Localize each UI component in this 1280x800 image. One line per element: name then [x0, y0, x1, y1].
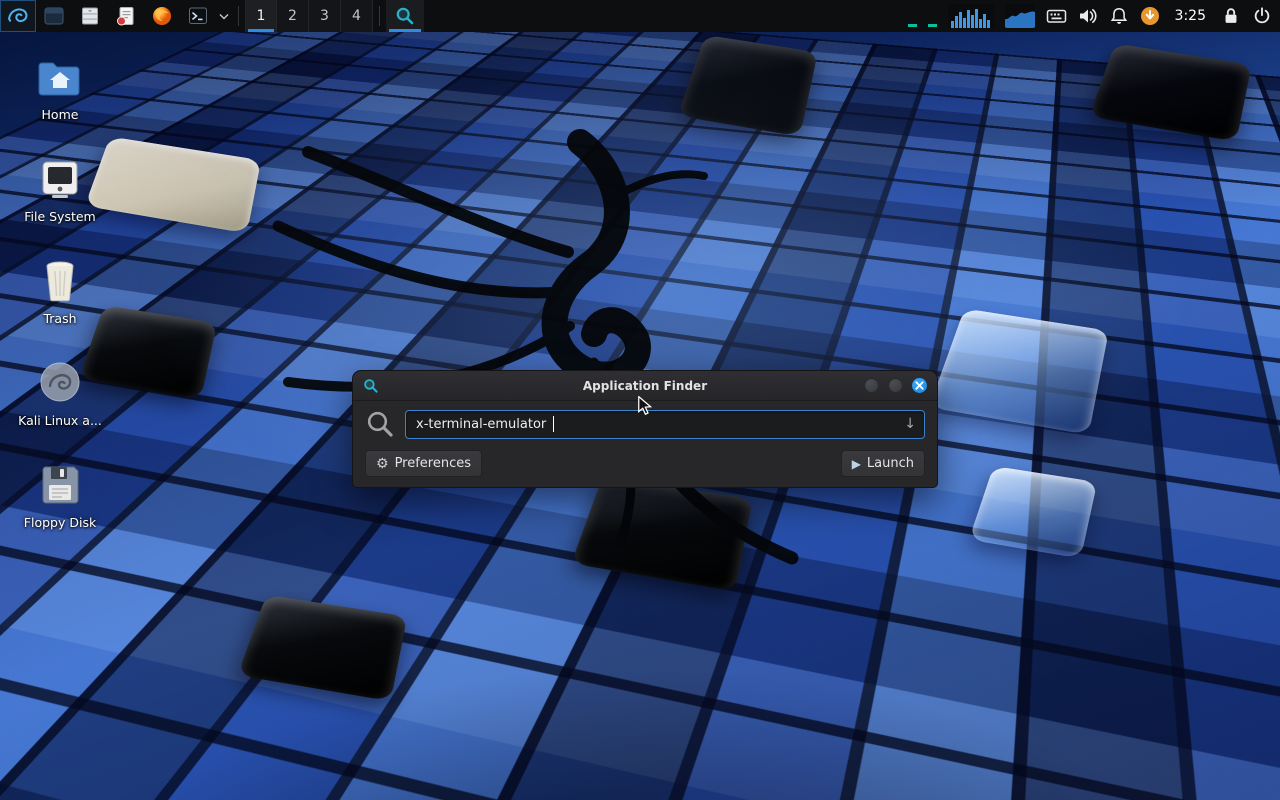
desktop-icon-label: Kali Linux a... [18, 413, 102, 428]
desktop-icon-kali-docs[interactable]: Kali Linux a... [10, 356, 110, 428]
logout-power-icon[interactable] [1252, 6, 1272, 26]
firefox-icon [151, 5, 173, 27]
wallpaper-cube [238, 595, 408, 702]
updates-available-icon[interactable] [1140, 6, 1160, 26]
window-controls [864, 378, 927, 393]
search-input-value: x-terminal-emulator [416, 417, 546, 432]
applications-menu-button[interactable] [0, 0, 36, 32]
search-icon [365, 409, 395, 439]
maximize-button[interactable] [888, 378, 903, 393]
launcher-window-manager[interactable] [36, 0, 72, 32]
top-panel: 1 2 3 4 [0, 0, 1280, 32]
entry-dropdown-arrow-icon[interactable]: ↓ [904, 416, 916, 432]
audio-spectrum-graph[interactable] [948, 4, 994, 28]
tray-indicator [908, 24, 917, 27]
desktop-icon-label: Home [42, 107, 79, 122]
launcher-dropdown-button[interactable] [216, 0, 232, 32]
text-caret [553, 416, 554, 432]
launch-button-label: Launch [867, 456, 914, 471]
workspace-3[interactable]: 3 [309, 0, 341, 32]
launcher-terminal[interactable] [180, 0, 216, 32]
window-title: Application Finder [353, 379, 937, 393]
titlebar[interactable]: Application Finder [353, 371, 937, 401]
tray-indicator [928, 24, 937, 27]
dialog-body: x-terminal-emulator ↓ ⚙ Preferences ▶ La… [353, 401, 937, 487]
keyboard-indicator-icon[interactable] [1046, 6, 1067, 26]
volume-icon[interactable] [1078, 6, 1098, 26]
wallpaper-cube [969, 466, 1098, 559]
file-system-drive-icon [39, 160, 81, 200]
window-icon-application-finder [363, 378, 379, 394]
workspace-1[interactable]: 1 [245, 0, 277, 32]
desktop-icon-label: File System [24, 209, 96, 224]
search-row: x-terminal-emulator ↓ [365, 409, 925, 439]
panel-separator [238, 6, 239, 26]
preferences-button-label: Preferences [395, 456, 471, 471]
close-icon [915, 381, 924, 390]
taskbar-application-finder[interactable] [386, 0, 424, 32]
launcher-file-manager[interactable] [72, 0, 108, 32]
close-button[interactable] [912, 378, 927, 393]
terminal-icon [187, 5, 209, 27]
launcher-text-editor[interactable] [108, 0, 144, 32]
desktop-icon-file-system[interactable]: File System [10, 152, 110, 224]
desktop-icon-column: Home File System Trash [10, 50, 110, 560]
wallpaper-cube [929, 308, 1109, 434]
wallpaper-cube [1089, 43, 1252, 141]
search-input[interactable]: x-terminal-emulator ↓ [405, 410, 925, 439]
home-folder-icon [37, 58, 83, 98]
workspace-4[interactable]: 4 [341, 0, 373, 32]
application-finder-icon [395, 6, 415, 26]
kali-menu-icon [6, 4, 30, 28]
desktop-icon-label: Floppy Disk [24, 515, 96, 530]
kali-docs-icon [38, 360, 82, 404]
launch-icon: ▶ [852, 458, 861, 470]
desktop-icon-floppy[interactable]: Floppy Disk [10, 458, 110, 530]
launcher-firefox[interactable] [144, 0, 180, 32]
minimize-button[interactable] [864, 378, 879, 393]
kali-dragon-logo [250, 112, 840, 582]
chevron-down-icon [219, 13, 229, 20]
workspace-2[interactable]: 2 [277, 0, 309, 32]
file-manager-icon [79, 5, 101, 27]
wallpaper-cube [85, 136, 261, 233]
desktop-icon-label: Trash [43, 311, 76, 326]
desktop-icon-home[interactable]: Home [10, 50, 110, 122]
text-editor-icon [115, 5, 137, 27]
workspace-switcher: 1 2 3 4 [245, 0, 373, 32]
trash-can-icon [41, 260, 79, 302]
preferences-button[interactable]: ⚙ Preferences [365, 450, 482, 477]
application-finder-window: Application Finder x-terminal-emulator [352, 370, 938, 488]
window-manager-icon [43, 5, 65, 27]
dialog-actions: ⚙ Preferences ▶ Launch [365, 450, 925, 477]
desktop-icon-trash[interactable]: Trash [10, 254, 110, 326]
floppy-disk-icon [39, 464, 81, 506]
network-graph[interactable] [1005, 4, 1035, 28]
gear-icon: ⚙ [376, 457, 389, 471]
system-tray: 3:25 [908, 4, 1280, 28]
clock[interactable]: 3:25 [1171, 8, 1210, 24]
quick-launchers [36, 0, 232, 32]
launch-button[interactable]: ▶ Launch [841, 450, 925, 477]
lock-screen-icon[interactable] [1221, 6, 1241, 26]
desktop-screen: 1 2 3 4 [0, 0, 1280, 800]
notifications-bell-icon[interactable] [1109, 6, 1129, 26]
panel-separator [379, 6, 380, 26]
